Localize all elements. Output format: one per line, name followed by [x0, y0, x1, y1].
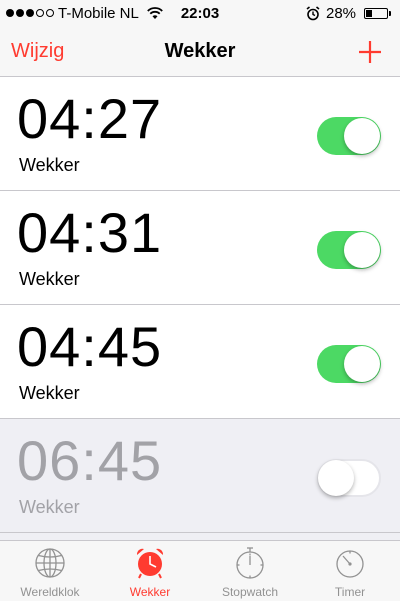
tab-stopwatch[interactable]: Stopwatch: [200, 541, 300, 601]
tab-label: Timer: [334, 585, 366, 599]
timer-icon: [336, 550, 364, 578]
alarm-clock-icon: [136, 548, 164, 579]
battery-tip: [389, 11, 391, 16]
alarm-time: 06:45: [17, 429, 163, 492]
tab-bar: Wereldklok Wekker Stopwatch Timer: [0, 540, 400, 601]
battery-icon: [364, 8, 388, 19]
toggle-knob: [318, 460, 354, 496]
page-title: Wekker: [164, 40, 236, 62]
alarm-row[interactable]: 04:27 Wekker: [0, 77, 400, 191]
status-bar: T-Mobile NL 22:03 28%: [0, 0, 400, 28]
globe-icon: [35, 548, 65, 578]
tab-label: Stopwatch: [221, 585, 279, 599]
alarm-label: Wekker: [19, 383, 80, 403]
alarm-time: 04:31: [17, 201, 163, 264]
alarm-list: 04:27 Wekker 04:31 Wekker 04:45 Wekker 0…: [0, 77, 400, 533]
tab-label: Wekker: [129, 585, 171, 599]
alarm-label: Wekker: [19, 497, 80, 517]
tab-wereldklok[interactable]: Wereldklok: [0, 541, 100, 601]
alarm-row[interactable]: 04:45 Wekker: [0, 305, 400, 419]
add-alarm-button[interactable]: [356, 38, 384, 66]
tab-wekker[interactable]: Wekker: [100, 541, 200, 601]
plus-icon: [359, 41, 381, 63]
alarm-label: Wekker: [19, 155, 80, 175]
alarm-indicator-icon: [306, 6, 320, 25]
alarm-row[interactable]: 06:45 Wekker: [0, 419, 400, 533]
alarm-toggle[interactable]: [317, 459, 381, 497]
toggle-knob: [344, 346, 380, 382]
alarm-toggle[interactable]: [317, 117, 381, 155]
alarm-label: Wekker: [19, 269, 80, 289]
battery-percentage: 28%: [326, 5, 357, 22]
navigation-bar: Wijzig Wekker: [0, 28, 400, 77]
alarm-time: 04:27: [17, 87, 163, 150]
alarm-toggle[interactable]: [317, 231, 381, 269]
tab-label: Wereldklok: [20, 585, 80, 599]
alarm-time: 04:45: [17, 315, 163, 378]
alarm-toggle[interactable]: [317, 345, 381, 383]
toggle-knob: [344, 118, 380, 154]
stopwatch-icon: [236, 547, 264, 579]
alarm-row[interactable]: 04:31 Wekker: [0, 191, 400, 305]
tab-timer[interactable]: Timer: [300, 541, 400, 601]
toggle-knob: [344, 232, 380, 268]
